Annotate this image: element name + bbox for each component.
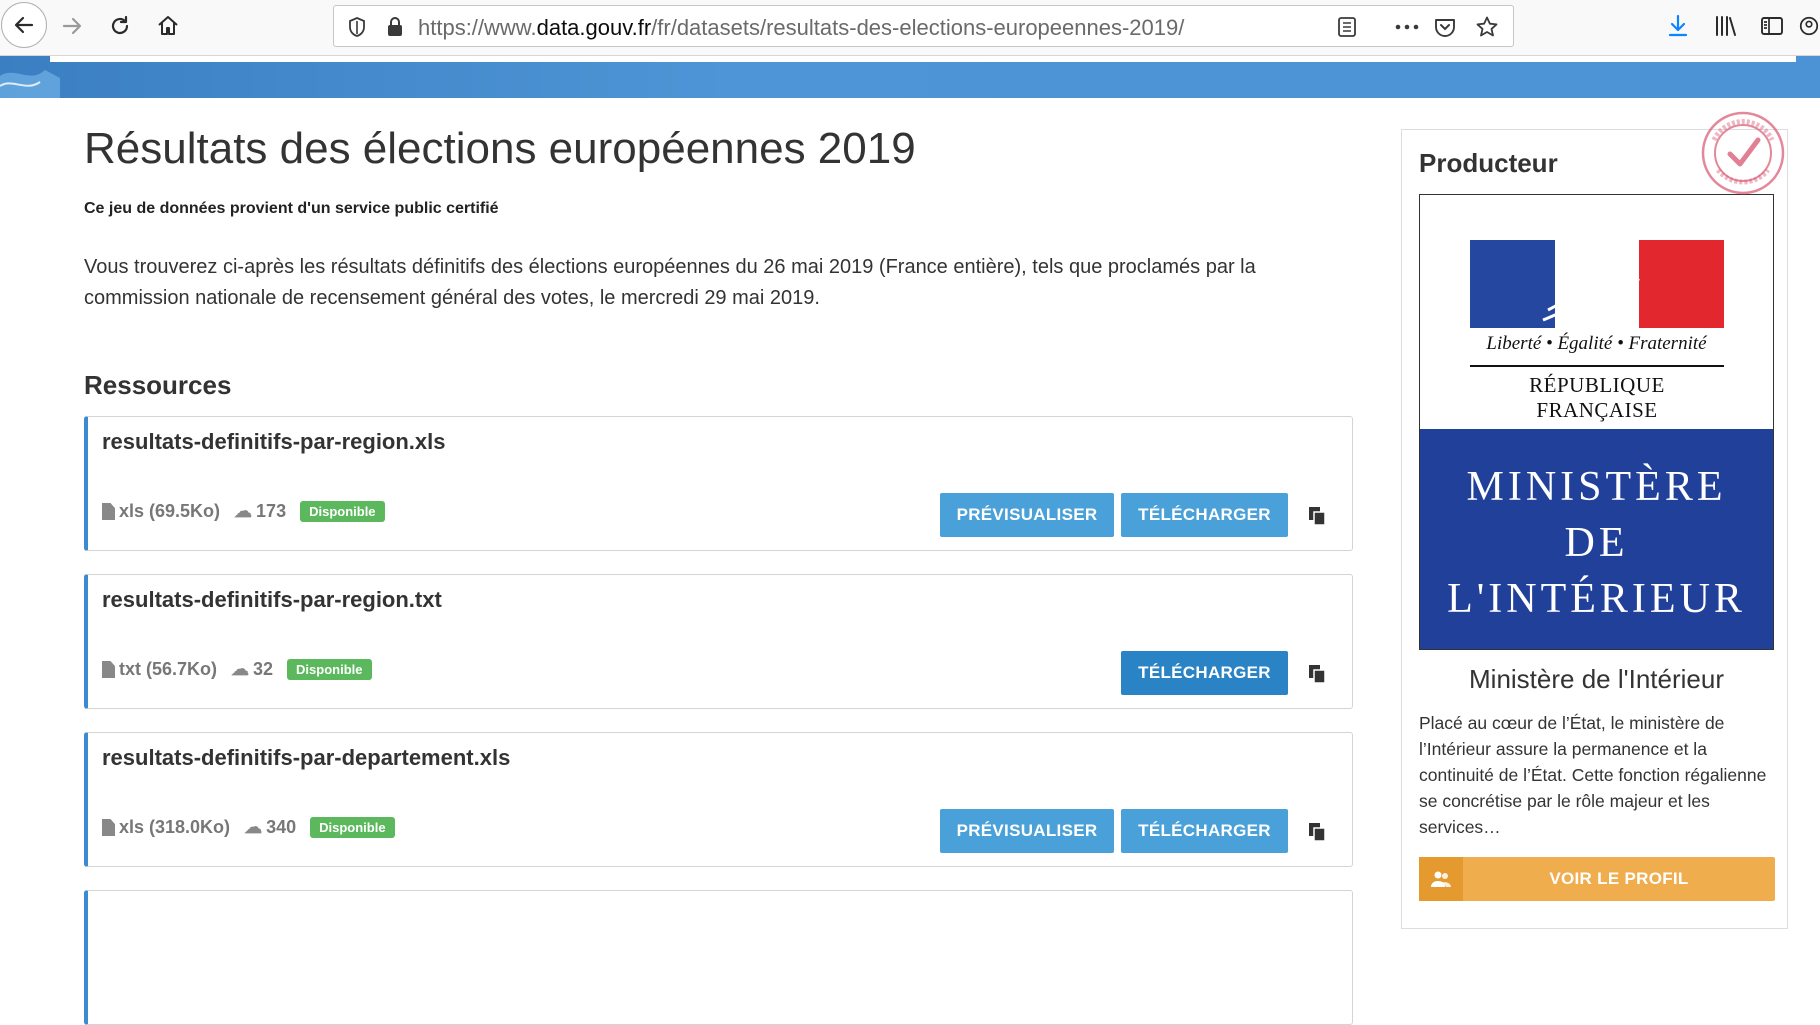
resource-meta: txt (56.7Ko) ☁ 32 Disponible xyxy=(102,659,372,680)
url-text[interactable]: https://www.data.gouv.fr/fr/datasets/res… xyxy=(418,15,1184,41)
home-icon xyxy=(158,16,178,35)
more-actions-icon[interactable] xyxy=(1394,14,1420,40)
library-button[interactable] xyxy=(1706,6,1746,46)
resource-title[interactable]: resultats-definitifs-par-region.txt xyxy=(102,587,442,613)
producer-heading: Producteur xyxy=(1419,148,1558,178)
resource-downloads: 173 xyxy=(256,501,287,521)
ministry-block: MINISTÈRE DE L'INTÉRIEUR xyxy=(1420,429,1773,649)
downloads-button[interactable] xyxy=(1658,6,1698,46)
download-button[interactable]: TÉLÉCHARGER xyxy=(1121,651,1288,695)
resource-downloads: 32 xyxy=(253,659,274,679)
republic-name: RÉPUBLIQUE FRANÇAISE xyxy=(1470,365,1724,423)
resource-card xyxy=(84,890,1353,1025)
arrow-left-icon xyxy=(14,16,34,34)
pocket-icon[interactable] xyxy=(1432,14,1458,40)
marianne-logo: Liberté • Égalité • Fraternité RÉPUBLIQU… xyxy=(1420,195,1773,429)
forward-button[interactable] xyxy=(52,6,92,46)
certified-producer-stamp-icon xyxy=(1701,111,1785,195)
status-badge: Disponible xyxy=(310,817,395,838)
arrow-right-icon xyxy=(62,17,82,35)
download-arrow-icon xyxy=(1668,14,1688,37)
resource-card: resultats-definitifs-par-region.txt txt … xyxy=(84,574,1353,709)
cloud-download-icon: ☁ xyxy=(234,501,253,521)
lock-icon[interactable] xyxy=(382,14,408,40)
resource-title[interactable]: resultats-definitifs-par-departement.xls xyxy=(102,745,510,771)
preview-button[interactable]: PRÉVISUALISER xyxy=(940,493,1114,537)
resource-format: xls (69.5Ko) xyxy=(119,501,221,521)
url-bar[interactable]: https://www.data.gouv.fr/fr/datasets/res… xyxy=(333,5,1514,47)
account-icon xyxy=(1799,16,1819,36)
file-icon xyxy=(102,661,115,678)
marianne-profile-icon xyxy=(1542,252,1640,328)
status-badge: Disponible xyxy=(287,659,372,680)
republic-motto: Liberté • Égalité • Fraternité xyxy=(1486,333,1707,354)
preview-button[interactable]: PRÉVISUALISER xyxy=(940,809,1114,853)
dataset-description: Vous trouverez ci-après les résultats dé… xyxy=(84,256,1256,309)
resource-meta: xls (69.5Ko) ☁ 173 Disponible xyxy=(102,501,385,522)
bookmark-star-icon[interactable] xyxy=(1474,14,1500,40)
sidebar-icon xyxy=(1761,17,1783,35)
resource-format: txt (56.7Ko) xyxy=(119,659,218,679)
copy-link-icon[interactable] xyxy=(1306,821,1328,843)
ministry-line-3: L'INTÉRIEUR xyxy=(1447,576,1746,622)
banner-decoration xyxy=(0,70,60,98)
resource-downloads: 340 xyxy=(266,817,297,837)
resource-card: resultats-definitifs-par-departement.xls… xyxy=(84,732,1353,867)
cloud-download-icon: ☁ xyxy=(244,817,263,837)
browser-toolbar: https://www.data.gouv.fr/fr/datasets/res… xyxy=(0,0,1820,56)
site-banner xyxy=(0,56,1820,98)
resource-format: xls (318.0Ko) xyxy=(119,817,231,837)
copy-link-icon[interactable] xyxy=(1306,505,1328,527)
view-profile-button[interactable]: VOIR LE PROFIL xyxy=(1419,857,1775,901)
resource-title[interactable]: resultats-definitifs-par-region.xls xyxy=(102,429,446,455)
view-profile-label: VOIR LE PROFIL xyxy=(1549,869,1689,888)
certified-note: Ce jeu de données provient d'un service … xyxy=(84,200,499,217)
producer-description: Placé au cœur de l’État, le ministère de… xyxy=(1419,713,1767,837)
status-badge: Disponible xyxy=(300,501,385,522)
sidebar-toggle-button[interactable] xyxy=(1752,6,1792,46)
cloud-download-icon: ☁ xyxy=(231,659,250,679)
resources-heading: Ressources xyxy=(84,370,232,400)
back-button[interactable] xyxy=(1,2,47,48)
banner-white-strip xyxy=(50,56,1796,62)
download-button[interactable]: TÉLÉCHARGER xyxy=(1121,493,1288,537)
copy-link-icon[interactable] xyxy=(1306,663,1328,685)
page-title: Résultats des élections européennes 2019 xyxy=(84,124,916,173)
home-button[interactable] xyxy=(148,6,188,46)
ministry-logo[interactable]: Liberté • Égalité • Fraternité RÉPUBLIQU… xyxy=(1419,194,1774,650)
file-icon xyxy=(102,503,115,520)
account-button[interactable] xyxy=(1798,6,1820,46)
library-icon xyxy=(1716,16,1736,36)
file-icon xyxy=(102,819,115,836)
tracking-shield-icon[interactable] xyxy=(344,14,370,40)
producer-name[interactable]: Ministère de l'Intérieur xyxy=(1419,664,1774,695)
download-button[interactable]: TÉLÉCHARGER xyxy=(1121,809,1288,853)
ministry-line-2: DE xyxy=(1564,520,1629,566)
ministry-line-1: MINISTÈRE xyxy=(1466,464,1727,510)
reader-view-icon[interactable] xyxy=(1334,14,1360,40)
users-icon xyxy=(1419,857,1463,901)
resource-card: resultats-definitifs-par-region.xls xls … xyxy=(84,416,1353,551)
resource-meta: xls (318.0Ko) ☁ 340 Disponible xyxy=(102,817,395,838)
reload-icon xyxy=(111,15,129,35)
reload-button[interactable] xyxy=(100,6,140,46)
producer-sidebar: Producteur Liberté • Égalité • Fraternit… xyxy=(1401,129,1788,929)
